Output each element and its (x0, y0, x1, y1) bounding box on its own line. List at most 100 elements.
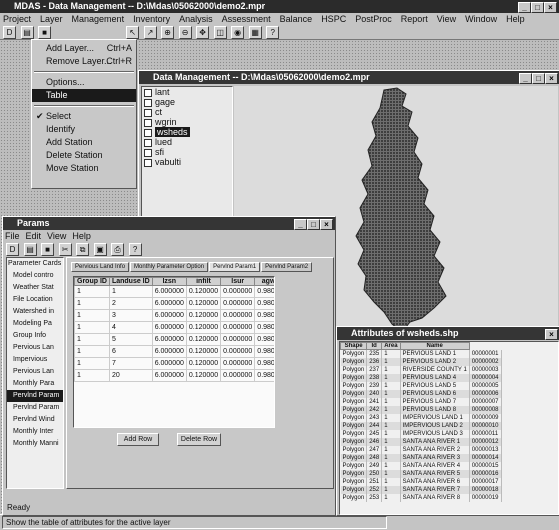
layer-checkbox[interactable] (144, 158, 152, 167)
attr-table-row[interactable]: Polygon 235 1 PERVIOUS LAND 1 00000001 (340, 349, 502, 358)
attr-table-row[interactable]: Polygon 249 1 SANTA ANA RIVER 4 00000015 (340, 462, 502, 470)
param-cell[interactable]: 0.000000 (220, 369, 256, 382)
param-cell[interactable]: 0.120000 (185, 333, 222, 346)
params-save-icon[interactable]: ■ (41, 243, 55, 256)
attr-table-row[interactable]: Polygon 246 1 SANTA ANA RIVER 1 00000012 (340, 438, 502, 446)
layer-checkbox[interactable] (144, 118, 152, 127)
menu-layer[interactable]: Layer (40, 14, 63, 24)
menu-report[interactable]: Report (401, 14, 428, 24)
params-paste-icon[interactable]: ▣ (93, 243, 107, 256)
attr-table-row[interactable]: Polygon 247 1 SANTA ANA RIVER 2 00000013 (340, 446, 502, 454)
param-cell[interactable]: 0.120000 (185, 369, 222, 382)
data-window-minimize-button[interactable]: _ (519, 73, 532, 84)
param-cell[interactable]: 0.120000 (185, 309, 222, 322)
layer-list-item[interactable]: sfi (142, 147, 232, 157)
param-cell[interactable]: 0.000000 (220, 357, 256, 370)
minimize-button[interactable]: _ (518, 2, 531, 13)
layer-list-item[interactable]: lued (142, 137, 232, 147)
param-cell[interactable]: 6 (108, 345, 153, 358)
params-menu-view[interactable]: View (47, 231, 66, 241)
params-copy-icon[interactable]: ⧉ (76, 243, 90, 256)
help-icon[interactable]: ? (266, 26, 280, 39)
param-cell[interactable]: 6.000000 (151, 309, 187, 322)
layer-menu-item[interactable]: Move Station (32, 162, 136, 175)
param-cell[interactable]: 0.980000 (254, 345, 274, 358)
menu-assessment[interactable]: Assessment (222, 14, 271, 24)
param-cell[interactable]: 5 (108, 333, 153, 346)
param-cell[interactable]: 0.980000 (254, 357, 274, 370)
menu-view[interactable]: View (437, 14, 456, 24)
param-cell[interactable]: 0.000000 (220, 297, 256, 310)
param-table-row[interactable]: 136.0000000.1200000.0000000.980000 (74, 309, 274, 322)
param-cell[interactable]: 20 (108, 369, 153, 382)
zoom-extent-icon[interactable]: ◫ (213, 26, 227, 39)
attr-table-row[interactable]: Polygon 237 1 RIVERSIDE COUNTY 1 00000003 (340, 366, 502, 374)
add-row-button[interactable]: Add Row (117, 433, 159, 446)
params-titlebar[interactable]: Params _ □ × (3, 217, 335, 230)
data-window-close-button[interactable]: × (545, 73, 558, 84)
attr-table-row[interactable]: Polygon 252 1 SANTA ANA RIVER 7 00000018 (340, 486, 502, 494)
save-icon[interactable]: ■ (38, 26, 52, 39)
param-table-row[interactable]: 176.0000000.1200000.0000000.980000 (74, 357, 274, 370)
param-table-row[interactable]: 166.0000000.1200000.0000000.980000 (74, 345, 274, 358)
close-button[interactable]: × (544, 2, 557, 13)
param-tree-item[interactable]: Pervlnd Param (7, 390, 63, 402)
layer-menu-item[interactable]: Remove Layer... Ctrl+R (32, 55, 136, 68)
layer-list-item[interactable]: vabulti (142, 157, 232, 167)
layer-list-item[interactable]: lant (142, 87, 232, 97)
params-close-button[interactable]: × (320, 219, 333, 230)
param-table-row[interactable]: 146.0000000.1200000.0000000.980000 (74, 321, 274, 334)
param-cell[interactable]: 0.000000 (220, 333, 256, 346)
param-cell[interactable]: 0.980000 (254, 369, 274, 382)
param-tree-item[interactable]: Impervious (7, 354, 63, 366)
param-cell[interactable]: 6.000000 (151, 285, 187, 298)
param-tab[interactable]: Monthly Parameter Option (130, 262, 209, 272)
menu-postproc[interactable]: PostProc (355, 14, 392, 24)
layer-menu-item[interactable]: Table (32, 89, 136, 102)
select-icon[interactable]: ▦ (248, 26, 262, 39)
data-window-maximize-button[interactable]: □ (532, 73, 545, 84)
pan-icon[interactable]: ✥ (196, 26, 210, 39)
layer-list-item[interactable]: wsheds (142, 127, 232, 137)
param-tree-item[interactable]: Parameter Cards (7, 258, 63, 270)
param-tree-item[interactable]: Pervious Lan (7, 342, 63, 354)
params-new-icon[interactable]: D (6, 243, 19, 256)
param-cell[interactable]: 0.980000 (254, 297, 274, 310)
attr-table-row[interactable]: Polygon 253 1 SANTA ANA RIVER 8 00000019 (340, 494, 502, 502)
param-cell[interactable]: 0.980000 (254, 321, 274, 334)
param-tree-item[interactable]: Modeling Pa (7, 318, 63, 330)
maximize-button[interactable]: □ (531, 2, 544, 13)
param-cell[interactable]: 0.000000 (220, 285, 256, 298)
param-tree-item[interactable]: File Location (7, 294, 63, 306)
param-cell[interactable]: 7 (108, 357, 153, 370)
attributes-close-button[interactable]: × (545, 329, 558, 340)
param-cell[interactable]: 0.120000 (185, 345, 222, 358)
param-cell[interactable]: 3 (108, 309, 153, 322)
param-cell[interactable]: 1 (74, 345, 110, 358)
param-cell[interactable]: 0.120000 (185, 321, 222, 334)
open-icon[interactable]: ▤ (20, 26, 34, 39)
attr-table-row[interactable]: Polygon 248 1 SANTA ANA RIVER 3 00000014 (340, 454, 502, 462)
params-menu-edit[interactable]: Edit (26, 231, 42, 241)
params-menu-help[interactable]: Help (72, 231, 91, 241)
params-maximize-button[interactable]: □ (307, 219, 320, 230)
layer-menu-item[interactable]: Identify (32, 123, 136, 136)
data-window-titlebar[interactable]: Data Management -- D:\Mdas\05062000\demo… (139, 71, 559, 84)
attr-table-row[interactable]: Polygon 241 1 PERVIOUS LAND 7 00000007 (340, 398, 502, 406)
layer-menu-item[interactable]: Options... (32, 76, 136, 89)
param-tree-item[interactable]: Pervlnd Param (7, 402, 63, 414)
param-cell[interactable]: 6.000000 (151, 345, 187, 358)
param-tree-item[interactable]: Group Info (7, 330, 63, 342)
param-cell[interactable]: 6.000000 (151, 297, 187, 310)
layer-checkbox[interactable] (144, 148, 152, 157)
layer-checkbox[interactable] (144, 88, 152, 97)
param-cell[interactable]: 2 (108, 297, 153, 310)
cursor-icon[interactable]: ↗ (143, 26, 157, 39)
attr-table-row[interactable]: Polygon 240 1 PERVIOUS LAND 6 00000006 (340, 390, 502, 398)
param-table-row[interactable]: 126.0000000.1200000.0000000.980000 (74, 297, 274, 310)
attr-table-row[interactable]: Polygon 243 1 IMPERVIOUS LAND 1 00000009 (340, 414, 502, 422)
layer-checkbox[interactable] (144, 98, 152, 107)
menu-window[interactable]: Window (465, 14, 497, 24)
param-cell[interactable]: 1 (74, 297, 110, 310)
param-cell[interactable]: 1 (74, 321, 110, 334)
